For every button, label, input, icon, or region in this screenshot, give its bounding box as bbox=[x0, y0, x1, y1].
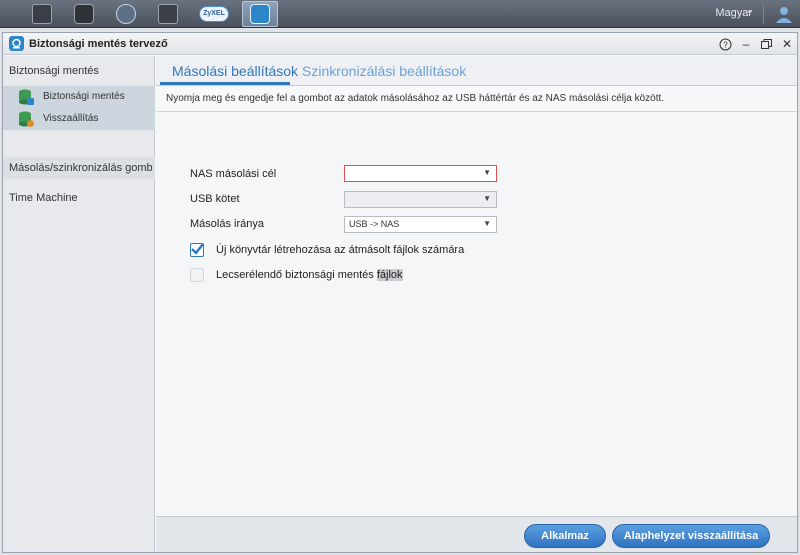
sidebar-item-backup[interactable]: Biztonsági mentés bbox=[3, 86, 155, 108]
sidebar-item-label: Biztonsági mentés bbox=[43, 91, 125, 102]
apply-button[interactable]: Alkalmaz bbox=[524, 524, 606, 548]
sidebar-item-restore[interactable]: Visszaállítás bbox=[3, 108, 155, 130]
sidebar-section-backup[interactable]: Biztonsági mentés bbox=[3, 60, 155, 82]
music-app-icon bbox=[116, 4, 136, 24]
replace-backup-files-label-highlight: fájlok bbox=[376, 269, 403, 281]
dropdown-arrow-icon: ▼ bbox=[483, 168, 491, 177]
window-title: Biztonsági mentés tervező bbox=[29, 38, 168, 50]
copy-direction-value: USB -> NAS bbox=[349, 219, 400, 229]
backup-planner-icon bbox=[9, 36, 24, 51]
taskbar-divider bbox=[763, 4, 764, 24]
sidebar-section-time-machine[interactable]: Time Machine bbox=[3, 187, 155, 209]
close-icon[interactable]: ✕ bbox=[778, 35, 796, 53]
new-folder-checkbox[interactable] bbox=[190, 243, 204, 257]
replace-backup-files-checkbox[interactable] bbox=[190, 268, 204, 282]
restore-icon[interactable] bbox=[757, 35, 775, 53]
zyxel-cloud-app-button[interactable]: ZyXEL bbox=[196, 1, 232, 27]
sidebar-backup-submenu: Biztonsági mentés Visszaállítás bbox=[3, 86, 155, 130]
new-folder-label: Új könyvtár létrehozása az átmásolt fájl… bbox=[216, 244, 465, 256]
sidebar-item-label: Visszaállítás bbox=[43, 113, 99, 124]
tab-bar: Másolási beállítások Szinkronizálási beá… bbox=[156, 56, 797, 86]
taskbar: ZyXEL Magyar ⌄ bbox=[0, 0, 800, 28]
database-restore-icon bbox=[19, 111, 34, 127]
nas-target-label: NAS másolási cél bbox=[190, 168, 277, 180]
photo-app-icon bbox=[74, 4, 94, 24]
nas-target-select[interactable]: ▼ bbox=[344, 165, 497, 182]
replace-backup-files-label-text: Lecserélendő biztonsági mentés bbox=[216, 269, 377, 281]
usb-volume-label: USB kötet bbox=[190, 193, 240, 205]
backup-planner-app-icon bbox=[250, 4, 270, 24]
sidebar-section-copy-sync-button[interactable]: Másolás/szinkronizálás gomb bbox=[3, 157, 155, 179]
active-tab-indicator bbox=[160, 82, 290, 85]
help-icon[interactable]: ? bbox=[716, 35, 734, 53]
video-app-icon bbox=[158, 4, 178, 24]
minimize-icon[interactable]: – bbox=[737, 35, 755, 53]
chevron-down-icon[interactable]: ⌄ bbox=[746, 5, 754, 16]
backup-planner-window: Biztonsági mentés tervező ? – ✕ Biztonsá… bbox=[2, 32, 798, 553]
window-titlebar: Biztonsági mentés tervező ? – ✕ bbox=[3, 33, 797, 55]
user-icon[interactable] bbox=[774, 4, 794, 24]
zyxel-cloud-app-icon: ZyXEL bbox=[199, 6, 229, 22]
replace-backup-files-label: Lecserélendő biztonsági mentés fájlok bbox=[216, 269, 403, 281]
tab-sync-settings[interactable]: Szinkronizálási beállítások bbox=[302, 63, 466, 79]
footer-bar: Alkalmaz Alaphelyzet visszaállítása bbox=[156, 516, 797, 552]
checkmark-icon bbox=[191, 243, 204, 255]
main-panel: Másolási beállítások Szinkronizálási beá… bbox=[156, 56, 797, 552]
reset-button[interactable]: Alaphelyzet visszaállítása bbox=[612, 524, 770, 548]
file-browser-app-button[interactable] bbox=[24, 1, 60, 27]
copy-direction-label: Másolás iránya bbox=[190, 218, 264, 230]
copy-direction-select[interactable]: USB -> NAS ▼ bbox=[344, 216, 497, 233]
sidebar: Biztonsági mentés Biztonsági mentés Viss… bbox=[3, 56, 155, 552]
video-app-button[interactable] bbox=[150, 1, 186, 27]
music-app-button[interactable] bbox=[108, 1, 144, 27]
description-text: Nyomja meg és engedje fel a gombot az ad… bbox=[156, 86, 797, 112]
file-browser-app-icon bbox=[32, 4, 52, 24]
tab-copy-settings[interactable]: Másolási beállítások bbox=[172, 63, 298, 79]
svg-text:?: ? bbox=[723, 40, 728, 49]
database-backup-icon bbox=[19, 89, 34, 105]
usb-volume-select[interactable]: ▼ bbox=[344, 191, 497, 208]
photo-app-button[interactable] bbox=[66, 1, 102, 27]
dropdown-arrow-icon: ▼ bbox=[483, 194, 491, 203]
backup-planner-app-button[interactable] bbox=[242, 1, 278, 27]
dropdown-arrow-icon: ▼ bbox=[483, 219, 491, 228]
